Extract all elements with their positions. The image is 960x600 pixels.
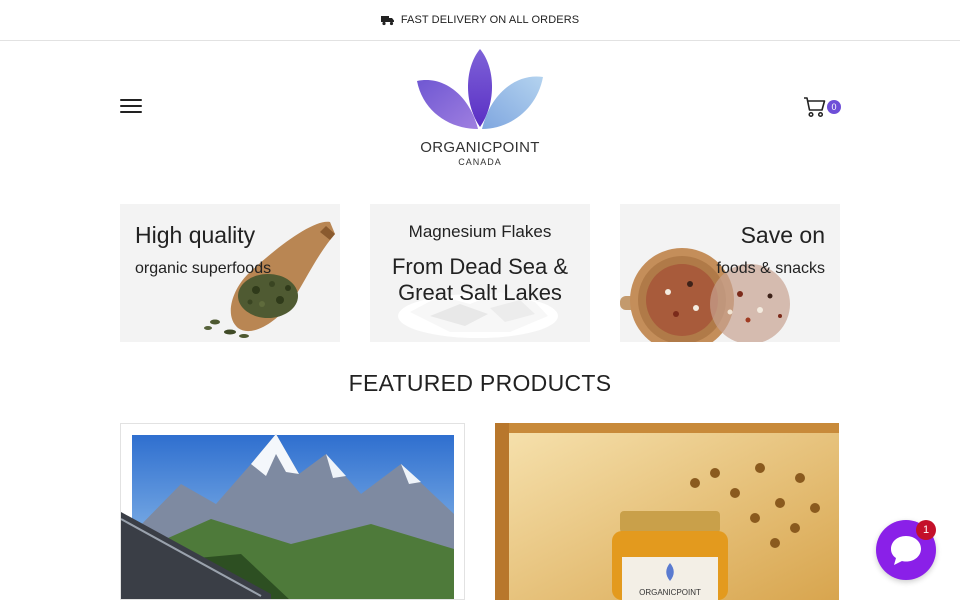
promo-subtitle: organic superfoods: [135, 260, 272, 277]
cart-button[interactable]: 0: [803, 96, 843, 120]
promo-banner-magnesium[interactable]: Magnesium Flakes From Dead Sea & Great S…: [370, 204, 590, 342]
promo-subtitle: foods & snacks: [716, 260, 826, 277]
promo-title: Magnesium Flakes: [408, 222, 552, 241]
hamburger-menu-icon[interactable]: [120, 99, 142, 115]
truck-icon: [380, 15, 394, 25]
featured-products-heading: FEATURED PRODUCTS: [348, 370, 612, 396]
leaf-logo-icon: [417, 49, 543, 129]
announcement-bar: FAST DELIVERY ON ALL ORDERS: [0, 0, 960, 41]
promo-banner-snacks[interactable]: Save on foods & snacks: [620, 204, 840, 342]
product-card[interactable]: [120, 423, 465, 600]
cart-icon: [804, 97, 826, 118]
chat-notification-badge: 1: [916, 520, 936, 540]
promo-banner-superfoods[interactable]: High quality organic superfoods: [120, 204, 340, 342]
promo-subtitle: From Dead Sea & Great Salt Lakes: [391, 254, 569, 305]
honey-jar-image: ORGANICPOINT: [495, 423, 839, 600]
cart-count-badge: 0: [827, 100, 841, 114]
jar-label-text: ORGANICPOINT: [639, 588, 701, 597]
mountain-landscape-image: [121, 424, 464, 599]
logo-name: ORGANICPOINT: [420, 139, 540, 156]
product-card[interactable]: ORGANICPOINT: [495, 423, 839, 600]
announcement-text: FAST DELIVERY ON ALL ORDERS: [400, 14, 580, 26]
promo-title: High quality: [135, 222, 256, 248]
promo-title: Save on: [740, 222, 825, 248]
site-logo[interactable]: ORGANICPOINT CANADA: [400, 47, 560, 169]
logo-subtitle: CANADA: [458, 157, 502, 167]
site-header: ORGANICPOINT CANADA 0: [0, 41, 960, 181]
